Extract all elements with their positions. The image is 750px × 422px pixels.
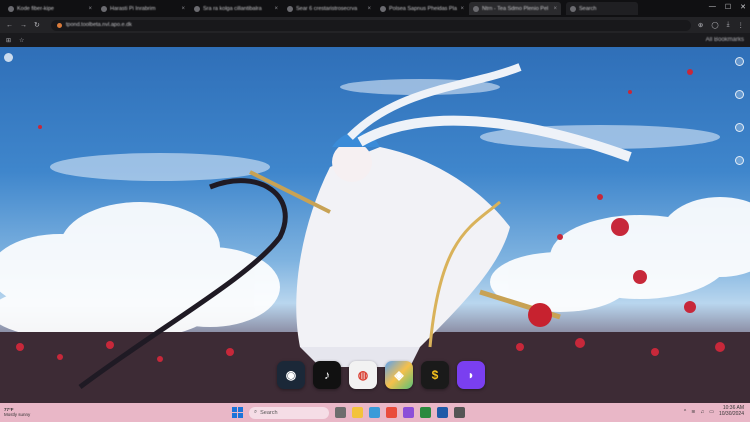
favicon-icon [194,5,200,12]
edge-icon[interactable] [369,407,380,418]
browser-tab[interactable]: Sear 6 crestaristrosecrva × [283,2,375,15]
coin-app-icon[interactable]: $ [421,361,449,389]
app-icon[interactable] [420,407,431,418]
search-icon: ⌕ [254,409,258,415]
bookmarks-bar: ⊞ ☆ All Bookmarks [0,33,750,47]
close-tab-icon[interactable]: × [367,6,371,12]
clock[interactable]: 10:36 AM 10/30/2024 [718,405,744,417]
browser-tab[interactable]: Ntrn - Tea Sdmo Plenio Pel × [469,2,561,15]
side-toolbar [735,57,744,165]
browser-tab[interactable]: Harasti Pi Inrabrim × [97,2,189,15]
browser-tabstrip: Kode fiber-kipe × Harasti Pi Inrabrim × Sra … [0,0,750,17]
side-icon[interactable] [735,123,744,132]
volume-icon[interactable]: ♫ [700,409,704,415]
close-tab-icon[interactable]: × [274,6,278,12]
close-tab-icon[interactable]: × [553,6,557,12]
mail-icon[interactable] [437,407,448,418]
bookmark-icon[interactable]: ☆ [19,37,24,44]
file-explorer-icon[interactable] [352,407,363,418]
taskbar-center: ⌕ Search [232,405,465,420]
maps-app-icon[interactable]: ◈ [385,361,413,389]
tab-label: Ntrn - Tea Sdmo Plenio Pel [482,5,549,12]
steam-app-icon[interactable]: ◉ [277,361,305,389]
search-placeholder: Search [260,409,278,416]
browser-tab[interactable]: Polsea Sapnus Pheidas Pla × [376,2,468,15]
favicon-icon [473,5,479,12]
browser-tab[interactable]: Kode fiber-kipe × [4,2,96,15]
taskbar: 77°F Mostly sunny ⌕ Search ^ ≋ ♫ ▭ 10:36… [0,403,750,422]
settings-icon[interactable] [4,53,13,62]
url-input[interactable]: tpond.toolbeta.nvl.apo.e.dk [50,19,691,31]
browser-tab[interactable]: Sra ra kolga cillantibalra × [190,2,282,15]
app-dock: ◉ ♪ ◍ ◈ $ ◗ [276,359,486,391]
tab-label: Search [579,5,597,12]
forward-icon[interactable]: → [20,22,27,29]
side-icon[interactable] [735,57,744,66]
favicon-icon [287,5,293,12]
search-icon [570,5,576,12]
tab-label: Harasti Pi Inrabrim [110,5,156,12]
minimize-icon[interactable]: — [709,3,716,11]
all-bookmarks-button[interactable]: All Bookmarks [706,37,744,43]
task-view-icon[interactable] [335,407,346,418]
battery-icon[interactable]: ▭ [709,409,714,415]
url-text: tpond.toolbeta.nvl.apo.e.dk [65,22,132,28]
side-icon[interactable] [735,156,744,165]
maximize-icon[interactable]: ☐ [725,3,731,11]
wallpaper-illustration [0,63,750,403]
purple-app-icon[interactable]: ◗ [457,361,485,389]
window-controls: — ☐ ✕ [709,3,746,11]
clock-date: 10/30/2024 [718,410,744,417]
site-icon [56,22,62,28]
wifi-icon[interactable]: ≋ [691,409,695,415]
tab-label: Kode fiber-kipe [17,5,54,12]
tab-search[interactable]: Search [566,2,638,15]
favicon-icon [380,5,386,12]
address-actions: ⊕ ◯ ⤓ ⋮ [698,21,744,29]
close-icon[interactable]: ✕ [740,3,746,11]
wallpaper-artwork: ◉ ♪ ◍ ◈ $ ◗ [0,47,750,403]
weather-widget[interactable]: 77°F Mostly sunny [4,407,44,418]
chrome-app-icon[interactable]: ◍ [349,361,377,389]
profile-icon[interactable]: ◯ [711,21,718,29]
close-tab-icon[interactable]: × [460,6,464,12]
download-icon[interactable]: ⤓ [727,21,730,29]
store-icon[interactable] [403,407,414,418]
taskbar-search[interactable]: ⌕ Search [249,406,329,419]
favicon-icon [8,5,14,12]
side-icon[interactable] [735,90,744,99]
apps-icon[interactable]: ⊞ [6,37,11,44]
close-tab-icon[interactable]: × [181,6,185,12]
terminal-icon[interactable] [454,407,465,418]
extension-icon[interactable]: ⊕ [698,21,703,29]
close-tab-icon[interactable]: × [88,6,92,12]
menu-icon[interactable]: ⋮ [738,21,745,29]
address-bar: ← → ↻ tpond.toolbeta.nvl.apo.e.dk ⊕ ◯ ⤓ … [0,17,750,33]
tab-label: Sra ra kolga cillantibalra [203,5,262,12]
reload-icon[interactable]: ↻ [34,21,40,29]
favicon-icon [101,5,107,12]
tab-label: Polsea Sapnus Pheidas Pla [389,5,457,12]
chevron-up-icon[interactable]: ^ [684,409,686,415]
chrome-icon[interactable] [386,407,397,418]
tab-label: Sear 6 crestaristrosecrva [296,5,358,12]
weather-text: Mostly sunny [4,411,31,417]
tab-list: Kode fiber-kipe × Harasti Pi Inrabrim × Sra … [4,2,562,15]
back-icon[interactable]: ← [6,22,13,29]
tiktok-app-icon[interactable]: ♪ [313,361,341,389]
system-tray: ^ ≋ ♫ ▭ 10:36 AM 10/30/2024 [684,405,744,417]
start-button[interactable] [232,407,243,418]
